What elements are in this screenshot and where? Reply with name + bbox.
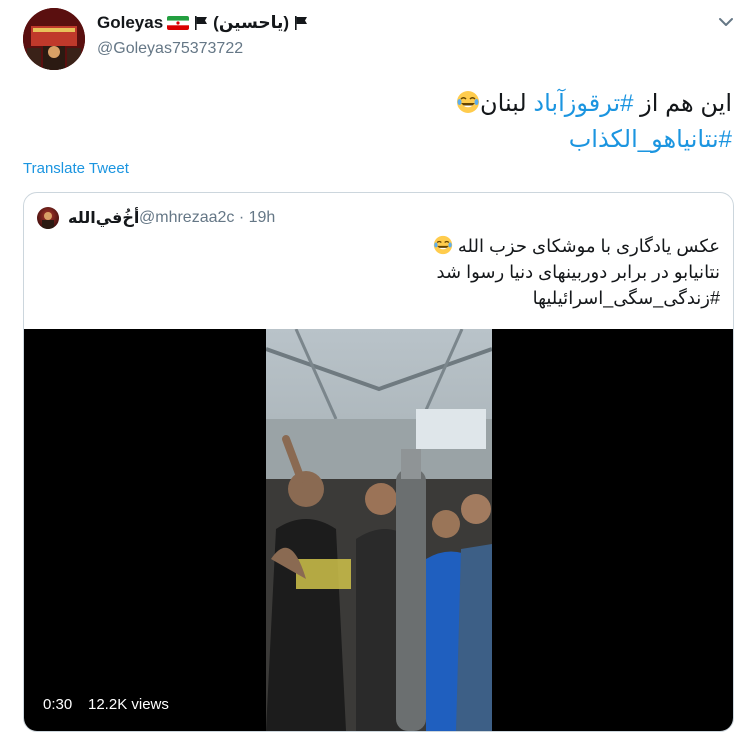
tweet-text-line-1: این هم از #ترقوزآباد لبنان (132, 86, 732, 122)
iran-flag-icon (167, 16, 190, 30)
translate-tweet-link[interactable]: Translate Tweet (23, 160, 129, 177)
quoted-line-1-text: عکس یادگاری با موشکای حزب الله (457, 236, 720, 256)
quoted-author-name: أخُ‌في‌الله (68, 210, 140, 227)
quoted-tweet-card[interactable]: أخُ‌في‌الله @mhrezaa2c · 19h عکس یادگاری… (23, 192, 734, 732)
tears-of-joy-emoji (433, 235, 453, 255)
quoted-text-line-3: #زندگی_سگی_اسرائیلیها (70, 285, 720, 311)
tweet-text-line-2: #نتانیاهو_الکذاب (132, 122, 732, 158)
quoted-author-avatar (37, 207, 59, 229)
author-avatar[interactable] (23, 8, 85, 70)
author-display-name[interactable]: Goleyas (یاحسین) (97, 13, 309, 33)
author-handle[interactable]: @Goleyas75373722 (97, 40, 243, 58)
tweet-text-suffix: لبنان (480, 90, 534, 117)
black-flag-icon (293, 15, 309, 31)
quoted-tweet-text: عکس یادگاری با موشکای حزب الله نتانیابو … (70, 233, 720, 311)
video-views: 12.2K views (88, 696, 169, 713)
quoted-text-line-1: عکس یادگاری با موشکای حزب الله (70, 233, 720, 259)
video-duration: 0:30 (43, 696, 73, 713)
tweet-text-prefix: این هم از (633, 90, 732, 117)
chevron-down-icon[interactable] (716, 12, 736, 32)
quoted-handle-time: @mhrezaa2c · 19h (139, 209, 276, 226)
hashtag-link[interactable]: #ترقوزآباد (533, 90, 633, 117)
quoted-hashtag: #زندگی_سگی_اسرائیلیها (532, 288, 720, 308)
display-name-text: Goleyas (97, 13, 164, 32)
black-flag-icon (193, 15, 209, 31)
hashtag-link[interactable]: #نتانیاهو_الکذاب (569, 126, 732, 153)
video-player[interactable]: 0:30 12.2K views (24, 329, 733, 731)
display-name-suffix: (یاحسین) (213, 13, 290, 32)
tweet-text: این هم از #ترقوزآباد لبنان #نتانیاهو_الک… (132, 86, 732, 158)
video-thumbnail (266, 329, 492, 731)
quoted-text-line-2: نتانیابو در برابر دوربینهای دنیا رسوا شد (436, 262, 720, 282)
tears-of-joy-emoji (456, 89, 480, 113)
